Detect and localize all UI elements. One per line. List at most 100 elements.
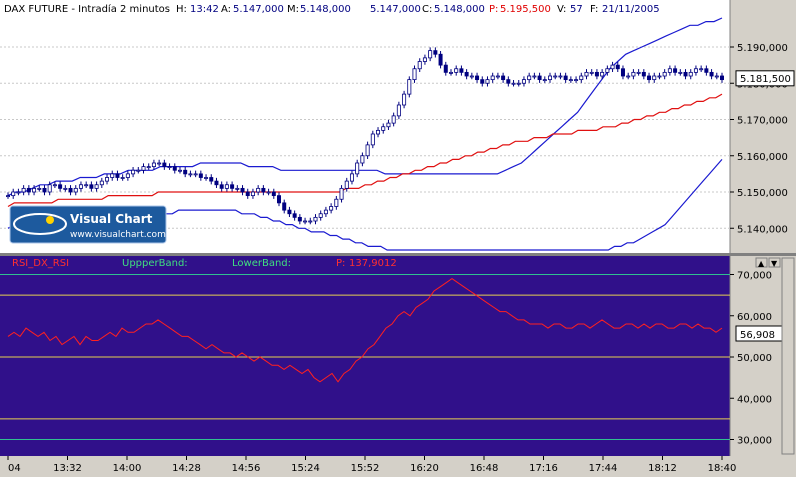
watermark-logo-dot bbox=[46, 216, 54, 224]
a-value: 5.147,000 bbox=[233, 4, 284, 15]
f-label: F: bbox=[590, 4, 598, 15]
candle-body bbox=[360, 155, 365, 164]
candle-body bbox=[626, 75, 631, 78]
candle-body bbox=[26, 187, 31, 193]
candle-body bbox=[209, 177, 214, 182]
candle-body bbox=[63, 187, 68, 190]
candle-body bbox=[370, 133, 375, 146]
candle-body bbox=[58, 184, 63, 189]
candle-body bbox=[521, 79, 526, 84]
candle-body bbox=[334, 198, 339, 207]
p-value: 5.195,500 bbox=[500, 4, 551, 15]
candle-body bbox=[261, 187, 266, 193]
candle-body bbox=[188, 173, 193, 176]
panel-separator[interactable] bbox=[0, 253, 796, 256]
candle-body bbox=[480, 79, 485, 84]
candle-body bbox=[579, 75, 584, 81]
v-label: V: bbox=[557, 4, 566, 15]
candle-body bbox=[355, 162, 360, 175]
candle-body bbox=[42, 187, 47, 193]
candle-body bbox=[469, 75, 474, 78]
candle-body bbox=[198, 173, 203, 178]
x-tick-label: 14:56 bbox=[232, 463, 261, 473]
candle-body bbox=[501, 75, 506, 81]
rsi-tick-label: 50,000 bbox=[737, 353, 772, 364]
candle-body bbox=[323, 209, 328, 215]
candle-body bbox=[568, 79, 573, 82]
last-price-label: 5.181,500 bbox=[740, 74, 791, 85]
price-header: DAX FUTURE - Intradía 2 minutos H: 13:42… bbox=[4, 3, 660, 15]
candle-body bbox=[292, 213, 297, 218]
x-tick-label: 17:16 bbox=[529, 463, 558, 473]
scroll-bar[interactable] bbox=[781, 257, 795, 455]
candle-body bbox=[172, 166, 177, 171]
candle-body bbox=[167, 166, 172, 169]
candle-body bbox=[256, 187, 261, 193]
candle-body bbox=[94, 184, 99, 189]
candle-body bbox=[667, 68, 672, 73]
x-tick-label: 13:32 bbox=[53, 463, 82, 473]
candle-body bbox=[125, 173, 130, 178]
price-tick-label: 5.140,000 bbox=[737, 224, 788, 235]
candle-body bbox=[699, 68, 704, 71]
candle-body bbox=[600, 71, 605, 77]
candle-body bbox=[396, 104, 401, 117]
scroll-down-icon: ▼ bbox=[771, 259, 778, 268]
m-label: M: bbox=[287, 4, 299, 15]
candle-body bbox=[381, 126, 386, 131]
candle-body bbox=[636, 71, 641, 74]
h-value: 13:42 bbox=[190, 4, 219, 15]
lower-band-label: LowerBand: bbox=[232, 258, 291, 269]
candle-body bbox=[615, 64, 620, 70]
c-label: C: bbox=[422, 4, 432, 15]
candle-body bbox=[678, 71, 683, 74]
x-tick-label: 16:20 bbox=[410, 463, 439, 473]
candle-body bbox=[376, 129, 381, 135]
rsi-p-label: P: bbox=[336, 258, 345, 269]
x-tick-label: 14:28 bbox=[172, 463, 201, 473]
candle-body bbox=[37, 187, 42, 190]
candle-body bbox=[287, 209, 292, 215]
rsi-last-value: 56,908 bbox=[740, 330, 775, 341]
candle-body bbox=[443, 64, 448, 73]
candle-body bbox=[78, 184, 83, 189]
candle-body bbox=[329, 206, 334, 211]
watermark-title: Visual Chart bbox=[70, 212, 153, 226]
candle-body bbox=[344, 180, 349, 189]
candle-body bbox=[16, 191, 21, 194]
c-value: 5.148,000 bbox=[434, 4, 485, 15]
candle-body bbox=[704, 68, 709, 73]
candle-body bbox=[32, 187, 37, 193]
candle-body bbox=[21, 187, 26, 193]
candle-body bbox=[464, 71, 469, 77]
rsi-panel[interactable] bbox=[0, 256, 730, 456]
candle-body bbox=[214, 180, 219, 186]
candle-body bbox=[527, 75, 532, 81]
candle-body bbox=[542, 79, 547, 82]
candle-body bbox=[714, 75, 719, 78]
candle-body bbox=[146, 166, 151, 169]
candle-body bbox=[105, 177, 110, 182]
candle-body bbox=[177, 169, 182, 172]
rsi-tick-label: 30,000 bbox=[737, 436, 772, 447]
candle-body bbox=[693, 68, 698, 73]
candle-body bbox=[584, 71, 589, 77]
candle-body bbox=[688, 71, 693, 77]
candle-body bbox=[136, 169, 141, 172]
v-value: 57 bbox=[570, 4, 583, 15]
candle-body bbox=[594, 71, 599, 77]
rsi-p-value: 137,9012 bbox=[349, 258, 397, 269]
candle-body bbox=[240, 187, 245, 193]
x-tick-label: 14:00 bbox=[113, 463, 142, 473]
candle-body bbox=[506, 79, 511, 84]
candle-body bbox=[610, 64, 615, 70]
price-tick-label: 5.150,000 bbox=[737, 188, 788, 199]
candle-body bbox=[365, 144, 370, 157]
candle-body bbox=[537, 75, 542, 81]
candle-body bbox=[433, 50, 438, 55]
candle-body bbox=[647, 75, 652, 81]
x-tick-label: 18:40 bbox=[708, 463, 737, 473]
price-tick-label: 5.160,000 bbox=[737, 152, 788, 163]
candle-body bbox=[386, 122, 391, 128]
candle-body bbox=[574, 79, 579, 82]
